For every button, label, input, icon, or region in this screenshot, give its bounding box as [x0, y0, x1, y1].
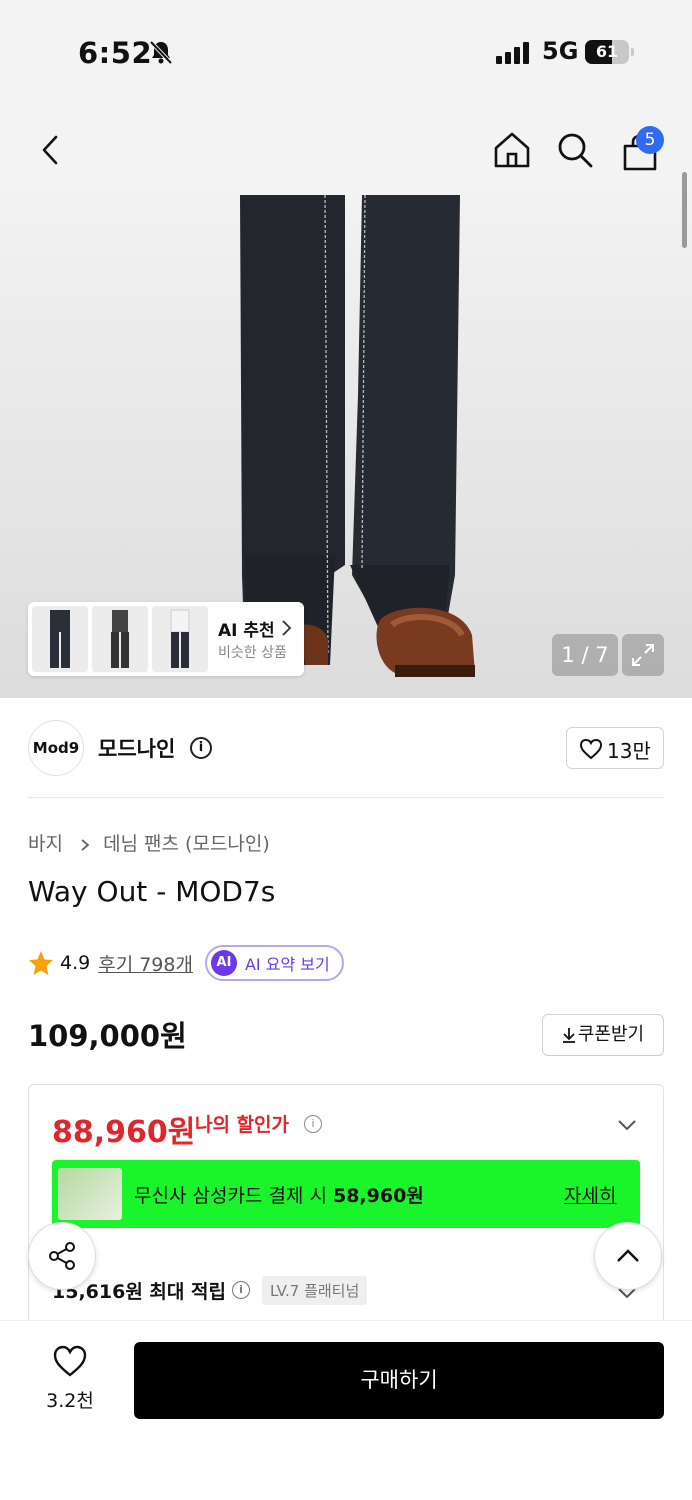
rating-value: 4.9: [60, 952, 91, 974]
breadcrumb-item[interactable]: 데님 팬츠 (모드나인): [103, 833, 270, 855]
thumbnail-image: [111, 610, 129, 668]
expand-icon: [632, 644, 654, 666]
points-row: 15,616원 최대 적립 i LV.7 플래티넘: [52, 1275, 368, 1305]
coupon-label: 쿠폰받기: [577, 1024, 645, 1045]
original-price: 109,000원: [28, 1019, 187, 1053]
buy-button[interactable]: 구매하기: [134, 1342, 664, 1419]
chevron-right-icon: [81, 838, 90, 851]
chevron-up-icon: [617, 1249, 639, 1262]
similar-thumb-3[interactable]: [152, 606, 208, 672]
home-button[interactable]: [488, 126, 536, 174]
level-badge: LV.7 플래티넘: [261, 1275, 368, 1305]
thumbnail-image: [50, 610, 70, 668]
chevron-left-icon: [42, 135, 58, 165]
chevron-down-icon[interactable]: [615, 1113, 639, 1137]
scroll-indicator[interactable]: [682, 172, 687, 248]
brand-name[interactable]: 모드나인: [98, 733, 175, 763]
ai-summary-button[interactable]: AI AI 요약 보기: [204, 945, 344, 981]
network-type: 5G: [542, 37, 579, 65]
back-button[interactable]: [26, 126, 74, 174]
card-promo-image: [58, 1168, 122, 1220]
chevron-right-icon: [282, 620, 292, 636]
heart-icon: [53, 1345, 87, 1377]
card-promo-text: 무신사 삼성카드 결제 시 58,960원: [134, 1185, 424, 1207]
breadcrumb: 바지 데님 팬츠 (모드나인): [28, 829, 274, 856]
top-nav: [0, 105, 692, 195]
brand-like-count: 13만: [607, 739, 651, 763]
status-time: 6:52: [78, 36, 153, 70]
scroll-top-button[interactable]: [594, 1222, 662, 1290]
similar-thumb-2[interactable]: [92, 606, 148, 672]
share-button[interactable]: [28, 1222, 96, 1290]
battery-cap: [631, 48, 634, 56]
share-icon: [49, 1242, 75, 1270]
brand-like-button[interactable]: 13만: [566, 727, 664, 769]
card-details-link[interactable]: 자세히: [564, 1181, 616, 1208]
breadcrumb-item[interactable]: 바지: [28, 833, 63, 855]
sale-price: 88,960원: [52, 1115, 196, 1150]
brand-logo[interactable]: Mod9: [28, 720, 84, 776]
heart-icon: [579, 738, 603, 760]
image-pager: 1 / 7: [552, 634, 618, 676]
status-bar: 6:52 5G 61: [0, 0, 692, 105]
ai-icon: AI: [210, 950, 237, 976]
card-promo-banner[interactable]: 무신사 삼성카드 결제 시 58,960원 자세히: [52, 1160, 640, 1228]
rating-row: 4.9 후기 798개 AI AI 요약 보기: [28, 945, 344, 981]
similar-thumb-1[interactable]: [32, 606, 88, 672]
ai-card-title: AI 추천: [218, 621, 275, 641]
points-info-icon[interactable]: i: [231, 1281, 250, 1299]
battery-level: 61: [595, 42, 619, 61]
sale-label: 나의 할인가: [195, 1114, 290, 1136]
review-link[interactable]: 후기 798개: [98, 950, 193, 977]
product-title: Way Out - MOD7s: [28, 875, 276, 908]
wishlist-count: 3.2천: [46, 1390, 94, 1412]
thumbnail-image: [170, 609, 190, 668]
wishlist-button[interactable]: 3.2천: [28, 1340, 112, 1420]
coupon-button[interactable]: 쿠폰받기: [542, 1014, 664, 1056]
battery-icon: 61: [585, 40, 629, 64]
home-icon: [494, 132, 530, 168]
expand-image-button[interactable]: [622, 634, 664, 676]
cart-count-badge: 5: [636, 126, 664, 154]
search-button[interactable]: [551, 126, 599, 174]
sale-info-icon[interactable]: i: [304, 1115, 322, 1133]
search-icon: [558, 133, 593, 168]
signal-icon: [496, 42, 529, 64]
ai-card-subtitle: 비슷한 상품: [218, 645, 287, 661]
brand-info-icon[interactable]: i: [190, 737, 212, 759]
star-icon: [29, 951, 53, 975]
bell-mute-icon: [149, 40, 173, 65]
ai-summary-label: AI 요약 보기: [244, 955, 330, 974]
ai-recommend-card[interactable]: AI 추천 비슷한 상품: [28, 602, 304, 676]
download-icon: [562, 1028, 575, 1043]
divider: [28, 797, 664, 798]
